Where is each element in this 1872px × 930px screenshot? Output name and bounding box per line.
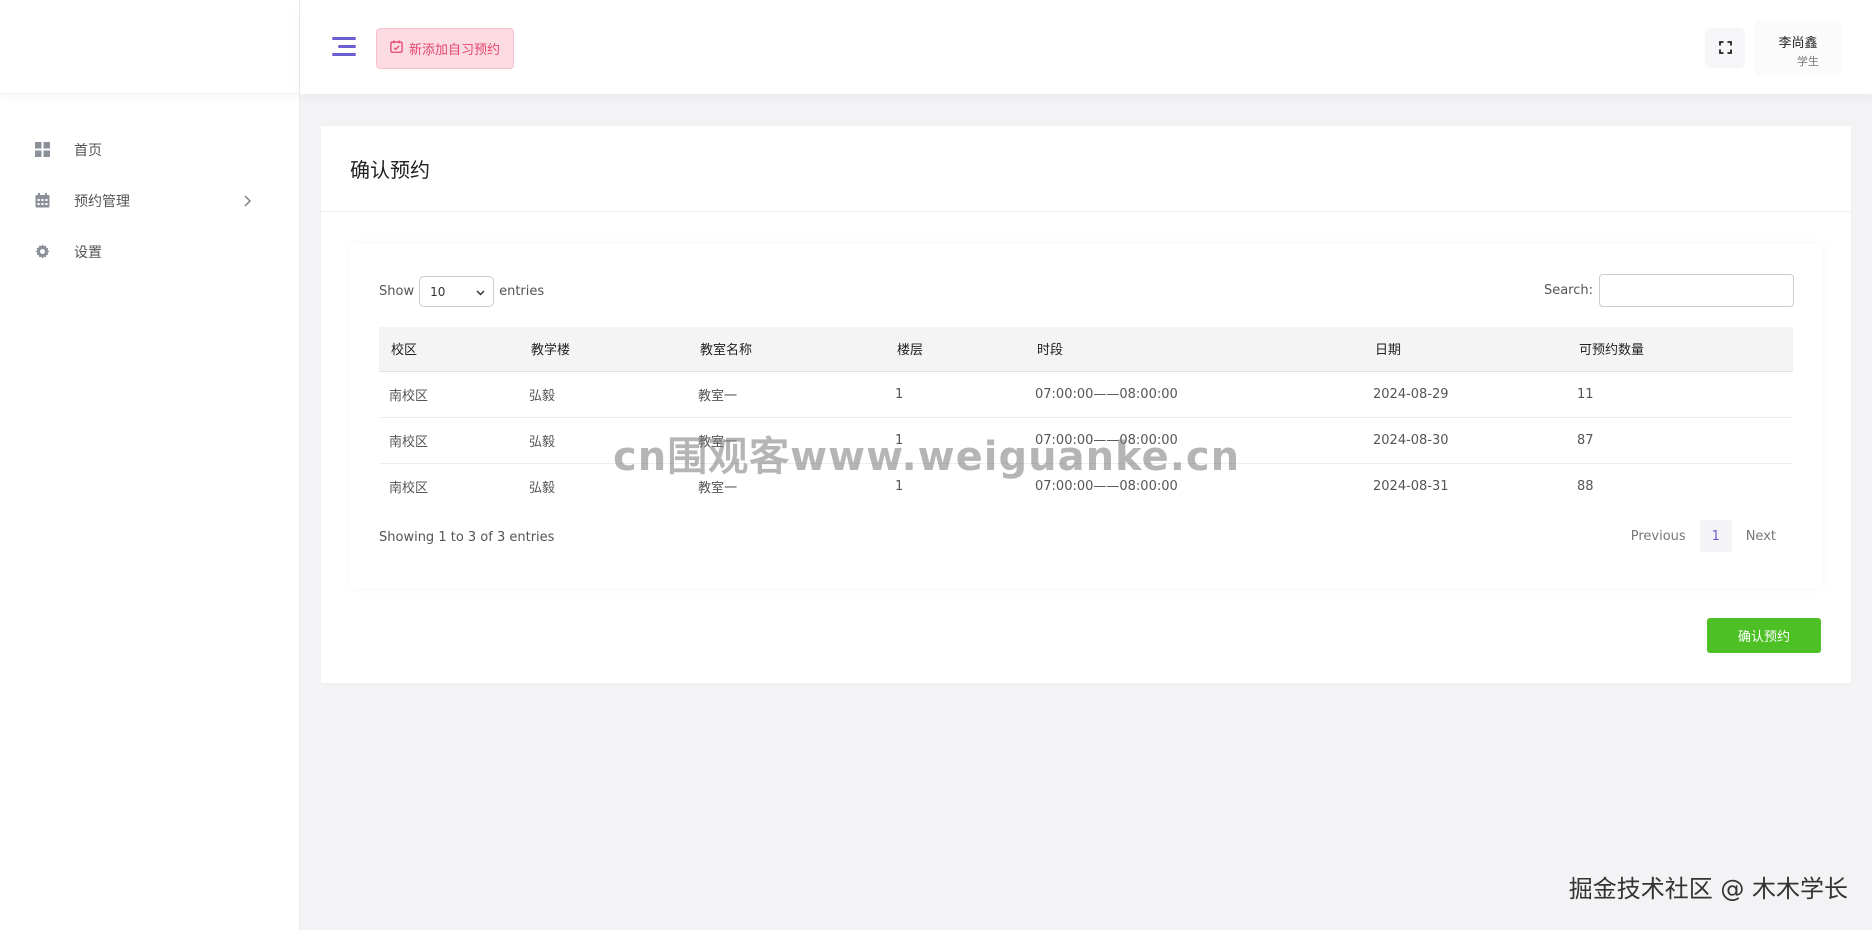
column-header-floor[interactable]: 楼层	[885, 327, 1025, 372]
cell-floor: 1	[885, 371, 1025, 418]
cell-date: 2024-08-29	[1363, 371, 1567, 418]
user-profile-menu[interactable]: 李尚鑫 学生	[1754, 20, 1842, 76]
chevron-down-icon	[476, 285, 485, 299]
column-header-available-count[interactable]: 可预约数量	[1567, 327, 1793, 372]
sidebar-item-label: 首页	[74, 142, 102, 159]
confirm-reservation-card: 确认预约 Show 10 entries Search: 校区 教学楼 教室名称	[321, 126, 1851, 683]
column-header-classroom[interactable]: 教室名称	[688, 327, 885, 372]
pagination-page-1[interactable]: 1	[1699, 520, 1732, 552]
fullscreen-icon	[1718, 39, 1732, 58]
pagination: Previous 1 Next	[1627, 520, 1780, 552]
add-study-reservation-button[interactable]: 新添加自习预约	[376, 28, 515, 69]
dashboard-grid-icon	[34, 142, 50, 158]
confirm-reservation-button[interactable]: 确认预约	[1707, 618, 1821, 653]
chevron-right-icon	[239, 193, 255, 209]
sidebar-logo-area	[0, 0, 299, 94]
entries-select-value: 10	[430, 284, 446, 299]
cell-available-count: 88	[1577, 478, 1594, 494]
user-role: 学生	[1797, 55, 1819, 68]
pagination-next[interactable]: Next	[1742, 529, 1780, 544]
sidebar-item-home[interactable]: 首页	[0, 124, 299, 175]
sidebar-item-label: 设置	[74, 244, 102, 261]
column-header-building[interactable]: 教学楼	[519, 327, 688, 372]
entries-label: entries	[499, 284, 545, 299]
search-label: Search:	[1543, 283, 1593, 298]
column-header-timeslot[interactable]: 时段	[1025, 327, 1363, 372]
pagination-previous[interactable]: Previous	[1627, 529, 1690, 544]
calendar-check-icon	[390, 40, 403, 57]
table-search: Search:	[1544, 274, 1794, 307]
sidebar-nav: 首页 预约管理 设置	[0, 94, 299, 277]
entries-select[interactable]: 10	[419, 276, 495, 307]
cell-classroom: 教室一	[688, 371, 885, 418]
sidebar: 首页 预约管理 设置	[0, 0, 300, 930]
reservation-table-panel: Show 10 entries Search: 校区 教学楼 教室名称 楼层 时…	[350, 244, 1823, 588]
user-name: 李尚鑫	[1778, 36, 1818, 51]
sidebar-item-label: 预约管理	[74, 193, 130, 210]
column-header-date[interactable]: 日期	[1363, 327, 1567, 372]
cell-available-count: 11	[1567, 371, 1793, 418]
watermark-text: cn围观客www.weiguanke.cn	[613, 434, 1241, 480]
cell-campus: 南校区	[379, 371, 519, 418]
sidebar-item-reservation-management[interactable]: 预约管理	[0, 175, 299, 226]
fullscreen-button[interactable]	[1705, 28, 1745, 68]
cell-timeslot: 07:00:00——08:00:00	[1025, 371, 1363, 418]
page-title: 确认预约	[321, 126, 1851, 212]
show-label: Show	[379, 284, 415, 299]
cell-available-count: 87	[1567, 417, 1793, 464]
table-header-row: 校区 教学楼 教室名称 楼层 时段 日期 可预约数量	[379, 327, 1793, 372]
calendar-icon	[34, 193, 50, 209]
add-study-reservation-label: 新添加自习预约	[409, 43, 501, 58]
menu-toggle-icon[interactable]	[330, 33, 358, 61]
table-row: 南校区 弘毅 教室一 1 07:00:00——08:00:00 2024-08-…	[379, 371, 1793, 418]
cell-campus: 南校区	[389, 480, 429, 496]
cell-date: 2024-08-30	[1363, 417, 1567, 464]
table-info: Showing 1 to 3 of 3 entries	[379, 530, 555, 545]
top-header: 新添加自习预约 李尚鑫 学生	[300, 0, 1872, 94]
search-input[interactable]	[1599, 274, 1794, 307]
entries-length-control: Show 10 entries	[379, 276, 544, 307]
cell-date: 2024-08-31	[1373, 478, 1449, 494]
cell-building: 弘毅	[519, 371, 688, 418]
cell-campus: 南校区	[379, 417, 519, 464]
footer-watermark: 掘金技术社区 @ 木木学长	[1568, 875, 1848, 903]
gear-icon	[34, 244, 50, 260]
sidebar-item-settings[interactable]: 设置	[0, 226, 299, 277]
column-header-campus[interactable]: 校区	[379, 327, 519, 372]
